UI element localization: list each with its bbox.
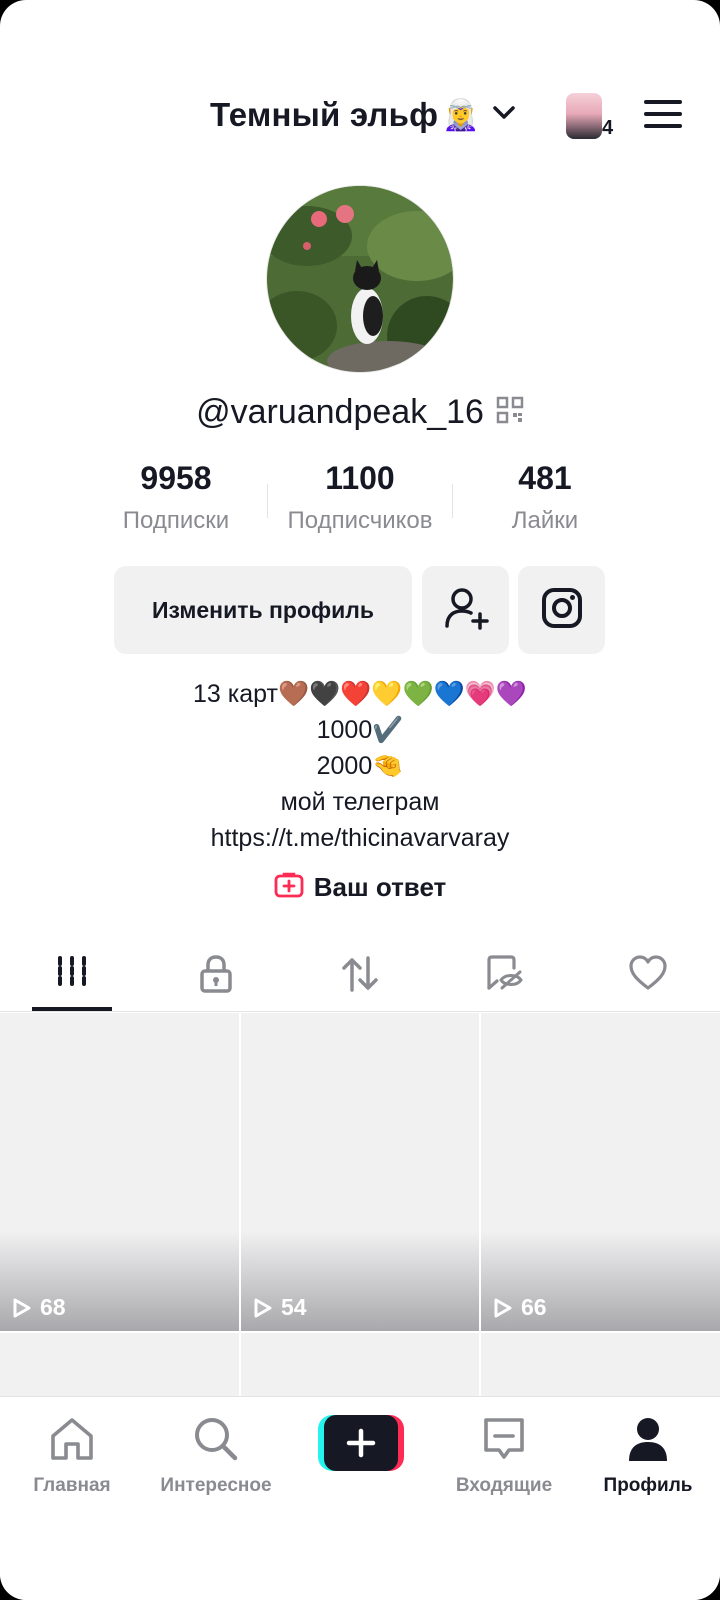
tab-liked[interactable] xyxy=(576,940,720,1012)
stat-likes[interactable]: 481 Лайки xyxy=(455,460,635,535)
account-name: Темный эльф xyxy=(210,96,439,133)
stat-value: 1100 xyxy=(325,460,395,496)
bio-link[interactable]: https://t.me/thicinavarvaray xyxy=(0,820,720,856)
inbox-icon xyxy=(432,1415,576,1463)
nav-home-label: Главная xyxy=(33,1475,111,1496)
private-lock-icon xyxy=(198,954,234,999)
menu-icon[interactable] xyxy=(644,100,684,130)
profile-icon xyxy=(576,1415,720,1463)
screen: Темный эльф 🧝‍♀️ 4 xyxy=(0,0,720,1600)
create-button[interactable] xyxy=(318,1415,404,1471)
add-friend-button[interactable] xyxy=(422,566,509,654)
bio-line: 13 карт🤎🖤❤️💛💚💙💗💜 xyxy=(193,680,527,708)
bio-line: 2000🤏 xyxy=(316,752,404,780)
stat-value: 481 xyxy=(518,460,572,496)
view-count: 54 xyxy=(253,1294,307,1321)
stat-label: Подписки xyxy=(122,507,230,534)
nav-inbox[interactable]: Входящие xyxy=(432,1415,576,1497)
your-answer-label: Ваш ответ xyxy=(313,872,447,902)
your-answer-button[interactable]: Ваш ответ xyxy=(0,872,720,903)
bottom-nav: Главная Интересное Входящие Профиль xyxy=(0,1396,720,1600)
video-thumbnail[interactable] xyxy=(481,1333,720,1403)
profile-handle: @varuandpeak_16 xyxy=(196,393,484,431)
account-emoji: 🧝‍♀️ xyxy=(442,97,480,133)
story-button[interactable]: 4 xyxy=(566,93,613,139)
stat-value: 9958 xyxy=(140,460,212,496)
video-thumbnail[interactable]: 68 xyxy=(0,1013,239,1331)
stat-label: Лайки xyxy=(511,507,579,534)
video-thumbnail[interactable] xyxy=(241,1333,479,1403)
bio-line: мой телеграм xyxy=(280,788,440,816)
stat-label: Подписчиков xyxy=(287,507,433,534)
video-thumbnail[interactable]: 54 xyxy=(241,1013,479,1331)
instagram-button[interactable] xyxy=(518,566,605,654)
qr-code-icon[interactable] xyxy=(496,396,524,429)
story-avatar xyxy=(566,93,602,139)
tab-reposts[interactable] xyxy=(288,940,432,1012)
instagram-icon xyxy=(540,586,584,635)
profile-actions: Изменить профиль xyxy=(0,566,720,654)
stat-followers[interactable]: 1100 Подписчиков xyxy=(270,460,450,535)
reposts-icon xyxy=(340,954,380,999)
view-count-value: 68 xyxy=(40,1294,66,1320)
tab-private[interactable] xyxy=(144,940,288,1012)
handle-row: @varuandpeak_16 xyxy=(0,393,720,432)
home-icon xyxy=(0,1415,144,1463)
nav-home[interactable]: Главная xyxy=(0,1415,144,1497)
view-count: 66 xyxy=(493,1294,547,1321)
stat-divider xyxy=(452,484,453,518)
nav-profile-label: Профиль xyxy=(603,1475,693,1496)
search-icon xyxy=(144,1415,288,1463)
edit-profile-button[interactable]: Изменить профиль xyxy=(114,566,412,654)
play-icon xyxy=(13,1298,31,1317)
add-user-icon xyxy=(442,584,490,637)
view-count-value: 66 xyxy=(521,1294,547,1320)
nav-profile[interactable]: Профиль xyxy=(576,1415,720,1497)
profile-bio: 13 карт🤎🖤❤️💛💚💙💗💜 1000✔️ 2000🤏 мой телегр… xyxy=(0,676,720,856)
tab-videos[interactable] xyxy=(0,940,144,1012)
hidden-icon xyxy=(483,954,525,999)
plus-icon xyxy=(324,1415,398,1471)
story-count: 4 xyxy=(602,117,614,139)
nav-discover-label: Интересное xyxy=(160,1475,272,1496)
stat-following[interactable]: 9958 Подписки xyxy=(86,460,266,535)
liked-heart-icon xyxy=(628,954,668,997)
play-icon xyxy=(494,1298,512,1317)
video-thumbnail[interactable]: 66 xyxy=(481,1013,720,1331)
content-tabs xyxy=(0,940,720,1012)
stat-divider xyxy=(267,484,268,518)
play-icon xyxy=(254,1298,272,1317)
account-switcher[interactable]: Темный эльф 🧝‍♀️ xyxy=(210,96,516,134)
profile-avatar[interactable] xyxy=(266,185,454,373)
view-count: 68 xyxy=(12,1294,66,1321)
header: Темный эльф 🧝‍♀️ 4 xyxy=(0,90,720,146)
question-box-icon xyxy=(274,872,304,903)
videos-icon xyxy=(54,954,90,995)
tab-hidden[interactable] xyxy=(432,940,576,1012)
nav-inbox-label: Входящие xyxy=(455,1475,553,1496)
stats-row: 9958 Подписки 1100 Подписчиков 481 Лайки xyxy=(0,460,720,544)
chevron-down-icon xyxy=(492,105,516,126)
nav-discover[interactable]: Интересное xyxy=(144,1415,288,1497)
bio-line: 1000✔️ xyxy=(316,716,404,744)
video-thumbnail[interactable] xyxy=(0,1333,239,1403)
view-count-value: 54 xyxy=(281,1294,307,1320)
tab-indicator xyxy=(32,1007,112,1011)
